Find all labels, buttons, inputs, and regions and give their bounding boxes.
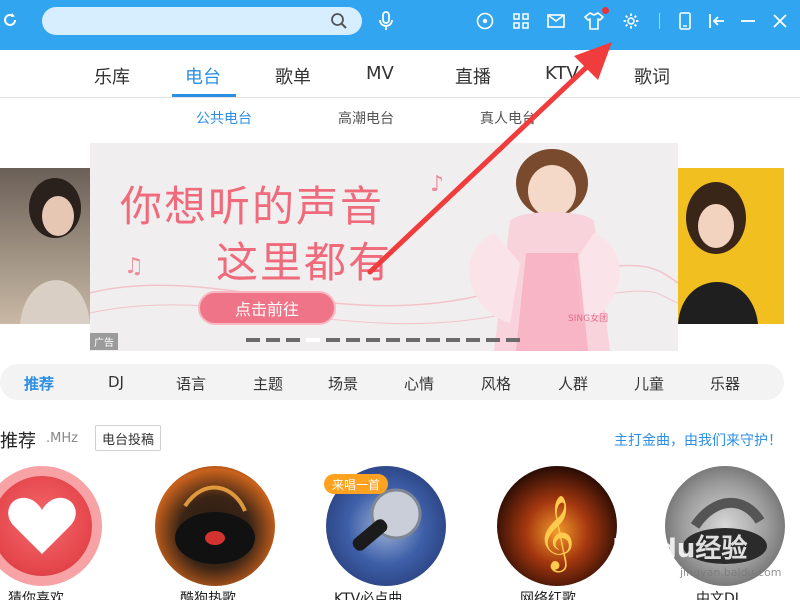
banner-go-button[interactable]: 点击前往 <box>198 291 336 325</box>
promo-banner[interactable]: ♪ ♫ 你想听的声音 这里都有 点击前往 SING女团 广告 <box>90 143 678 351</box>
banner-next-slide[interactable] <box>678 168 784 324</box>
settings-gear-icon[interactable] <box>620 10 642 32</box>
svg-text:♪: ♪ <box>430 172 444 197</box>
carousel-dot[interactable] <box>346 338 360 342</box>
tab-lyrics[interactable]: 歌词 <box>634 63 670 89</box>
disc-icon[interactable] <box>474 10 496 32</box>
carousel-dot[interactable] <box>426 338 440 342</box>
carousel-dot[interactable] <box>446 338 460 342</box>
close-icon[interactable] <box>769 10 791 32</box>
category-dj[interactable]: DJ <box>108 373 124 391</box>
carousel-dot[interactable] <box>366 338 380 342</box>
vinyl-record-icon <box>175 485 255 564</box>
carousel-dot[interactable] <box>386 338 400 342</box>
search-box <box>42 7 362 35</box>
banner-prev-slide[interactable] <box>0 168 90 324</box>
category-recommend[interactable]: 推荐 <box>24 373 54 394</box>
top-toolbar <box>0 0 800 50</box>
submit-radio-button[interactable]: 电台投稿 <box>95 425 162 451</box>
station-internet-hits[interactable]: 𝄞 <box>497 466 617 586</box>
svg-text:♫: ♫ <box>124 254 144 279</box>
mail-icon[interactable] <box>545 10 567 32</box>
tab-library[interactable]: 乐库 <box>94 63 130 89</box>
tab-live[interactable]: 直播 <box>455 63 491 89</box>
search-icon[interactable] <box>328 11 350 31</box>
toolbar-divider <box>659 13 660 29</box>
section-subtitle: .MHz <box>46 431 78 446</box>
tab-ktv[interactable]: KTV <box>545 63 579 84</box>
banner-headline-2: 这里都有 <box>216 238 393 287</box>
svg-text:𝄞: 𝄞 <box>537 496 575 573</box>
category-language[interactable]: 语言 <box>176 373 206 394</box>
station-label: KTV必点曲 <box>334 591 403 600</box>
carousel-dot[interactable] <box>246 338 260 342</box>
station-label: 酷狗热歌 <box>180 591 236 600</box>
subtab-climax-radio[interactable]: 高潮电台 <box>338 108 394 128</box>
tab-mv[interactable]: MV <box>366 63 394 84</box>
carousel-dot[interactable] <box>406 338 420 342</box>
category-scene[interactable]: 场景 <box>328 373 358 394</box>
category-style[interactable]: 风格 <box>481 373 511 394</box>
ad-tag: 广告 <box>90 333 118 350</box>
mini-mode-icon[interactable] <box>706 10 728 32</box>
station-label: 中文DJ <box>696 591 739 600</box>
heart-icon <box>8 497 76 554</box>
carousel-indicators <box>246 338 520 342</box>
category-theme[interactable]: 主题 <box>253 373 283 394</box>
banner-headline-1: 你想听的声音 <box>120 182 385 231</box>
category-crowd[interactable]: 人群 <box>558 373 588 394</box>
subtab-live-host-radio[interactable]: 真人电台 <box>480 108 536 128</box>
watermark: Baidu经验 <box>612 534 748 564</box>
carousel-dot[interactable] <box>326 338 340 342</box>
refresh-icon[interactable] <box>0 10 20 30</box>
station-label: 网络红歌 <box>520 591 576 600</box>
minimize-icon[interactable] <box>737 10 759 32</box>
tab-radio[interactable]: 电台 <box>185 63 221 89</box>
sing-one-badge: 来唱一首 <box>324 474 389 494</box>
carousel-dot[interactable] <box>486 338 500 342</box>
mic-icon[interactable] <box>375 9 397 33</box>
carousel-dot[interactable] <box>286 338 300 342</box>
carousel-dot[interactable] <box>466 338 480 342</box>
carousel-dot[interactable] <box>306 338 320 342</box>
section-promo-link[interactable]: 主打金曲，由我们来守护！ <box>614 430 782 450</box>
active-tab-underline <box>172 94 236 97</box>
search-input[interactable] <box>54 11 324 31</box>
carousel-dot[interactable] <box>266 338 280 342</box>
section-title: 推荐 <box>0 431 36 452</box>
banner-brand-text: SING女团 <box>568 314 609 324</box>
subtab-public-radio[interactable]: 公共电台 <box>196 108 252 128</box>
treble-clef-fire-icon: 𝄞 <box>537 496 575 573</box>
station-label: 猜你喜欢 <box>8 591 64 600</box>
category-mood[interactable]: 心情 <box>404 373 434 394</box>
carousel-dot[interactable] <box>506 338 520 342</box>
skin-shirt-icon[interactable] <box>583 10 605 32</box>
station-kugou-hits[interactable] <box>155 466 275 586</box>
category-children[interactable]: 儿童 <box>634 373 664 394</box>
tab-playlists[interactable]: 歌单 <box>275 63 311 89</box>
apps-grid-icon[interactable] <box>510 10 532 32</box>
station-guess-you-like[interactable] <box>0 466 102 586</box>
category-instrument[interactable]: 乐器 <box>710 373 740 394</box>
mobile-phone-icon[interactable] <box>674 10 696 32</box>
main-nav-tabs: 乐库 电台 歌单 MV 直播 KTV 歌词 <box>0 50 800 98</box>
watermark-url: jingyan.baidu.com <box>680 566 782 579</box>
notification-dot <box>602 7 609 14</box>
